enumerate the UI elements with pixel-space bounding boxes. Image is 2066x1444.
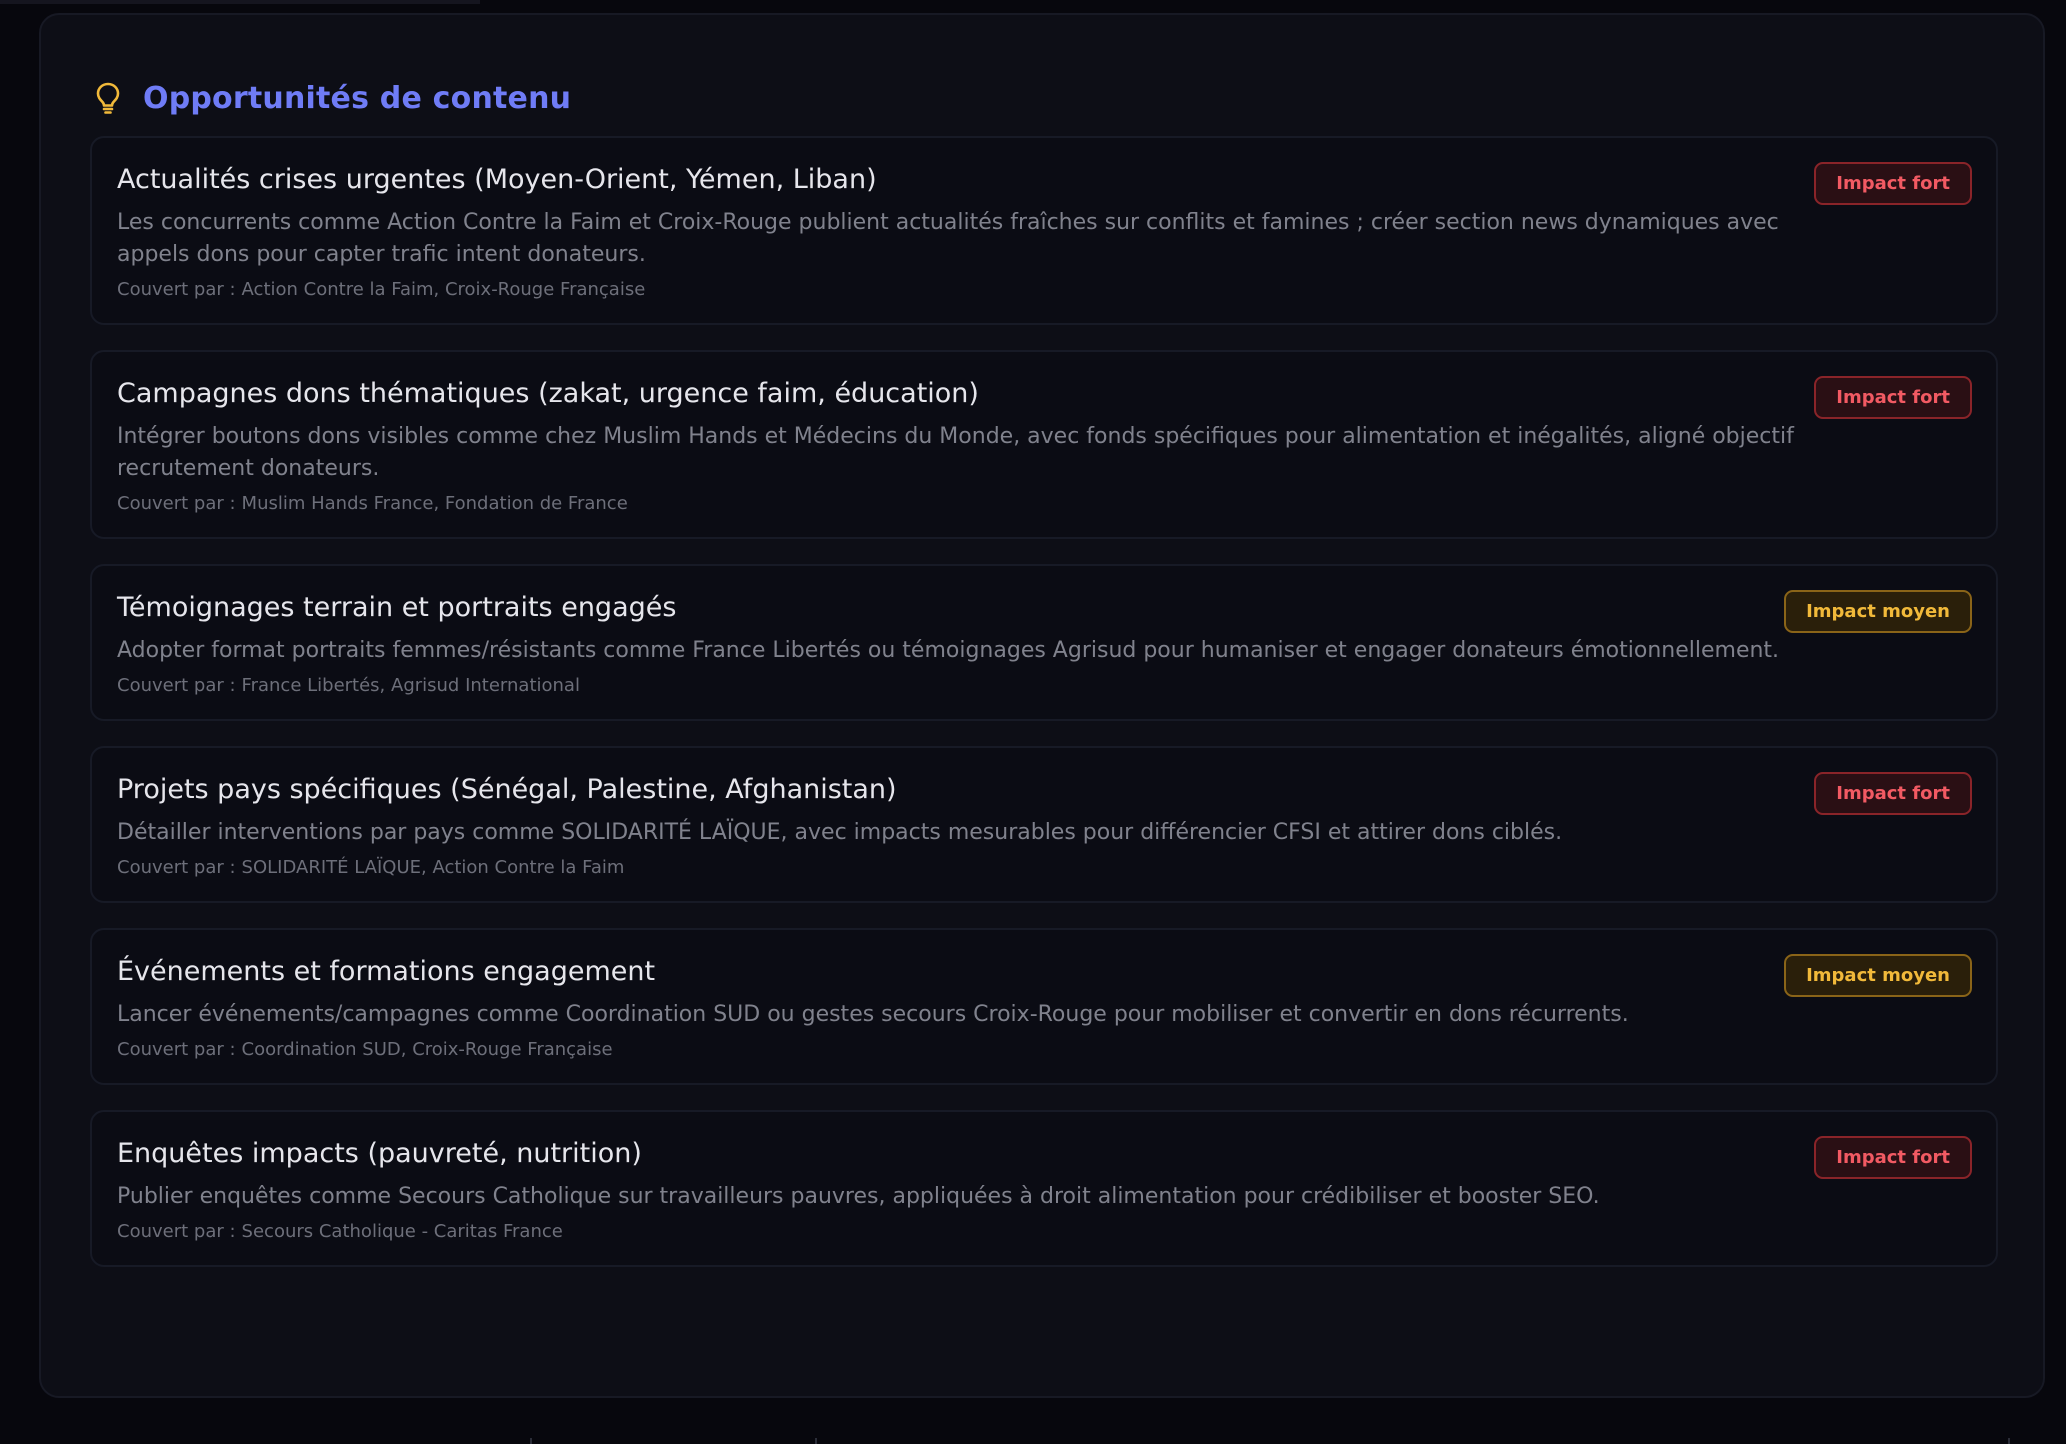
impact-badge: Impact fort (1814, 162, 1972, 205)
top-divider (0, 0, 480, 4)
opportunity-description: Adopter format portraits femmes/résistan… (117, 638, 1780, 663)
opportunity-coverage: Couvert par : Secours Catholique - Carita… (117, 1221, 563, 1242)
impact-badge: Impact fort (1814, 376, 1972, 419)
opportunity-coverage: Couvert par : France Libertés, Agrisud In… (117, 675, 580, 696)
opportunity-description: Intégrer boutons dons visibles comme che… (117, 424, 1794, 481)
opportunity-title: Témoignages terrain et portraits engagés (117, 592, 677, 623)
opportunity-title: Enquêtes impacts (pauvreté, nutrition) (117, 1138, 642, 1169)
lightbulb-icon (93, 80, 123, 116)
opportunity-title: Campagnes dons thématiques (zakat, urgen… (117, 378, 979, 409)
content-opportunities-panel: Opportunités de contenu Actualités crise… (39, 13, 2045, 1398)
opportunity-card[interactable]: Événements et formations engagement Lanc… (90, 928, 1998, 1085)
impact-badge: Impact fort (1814, 772, 1972, 815)
opportunity-coverage: Couvert par : Coordination SUD, Croix-Rou… (117, 1039, 613, 1060)
coverage-value: Muslim Hands France, Fondation de France (241, 493, 628, 514)
coverage-value: Secours Catholique - Caritas France (241, 1221, 563, 1242)
opportunity-coverage: Couvert par : SOLIDARITÉ LAÏQUE, Action C… (117, 857, 624, 878)
opportunity-card[interactable]: Enquêtes impacts (pauvreté, nutrition) P… (90, 1110, 1998, 1267)
impact-badge: Impact moyen (1784, 590, 1972, 633)
coverage-label: Couvert par : (117, 857, 236, 878)
coverage-label: Couvert par : (117, 1221, 236, 1242)
opportunity-description: Lancer événements/campagnes comme Coordi… (117, 1002, 1629, 1027)
opportunity-title: Actualités crises urgentes (Moyen-Orient… (117, 164, 877, 195)
coverage-label: Couvert par : (117, 675, 236, 696)
coverage-label: Couvert par : (117, 279, 236, 300)
coverage-value: SOLIDARITÉ LAÏQUE, Action Contre la Faim (241, 857, 625, 878)
opportunity-description: Les concurrents comme Action Contre la F… (117, 210, 1779, 267)
opportunity-title: Événements et formations engagement (117, 956, 656, 987)
opportunity-card[interactable]: Campagnes dons thématiques (zakat, urgen… (90, 350, 1998, 539)
opportunity-coverage: Couvert par : Action Contre la Faim, Croi… (117, 279, 645, 300)
opportunity-description: Publier enquêtes comme Secours Catholiqu… (117, 1184, 1600, 1209)
opportunity-card[interactable]: Projets pays spécifiques (Sénégal, Pales… (90, 746, 1998, 903)
coverage-value: France Libertés, Agrisud International (241, 675, 580, 696)
coverage-value: Coordination SUD, Croix-Rouge Française (241, 1039, 613, 1060)
impact-badge: Impact moyen (1784, 954, 1972, 997)
bottom-edge (0, 1436, 2066, 1444)
opportunity-card[interactable]: Actualités crises urgentes (Moyen-Orient… (90, 136, 1998, 325)
panel-title: Opportunités de contenu (143, 80, 572, 116)
opportunity-title: Projets pays spécifiques (Sénégal, Pales… (117, 774, 897, 805)
coverage-label: Couvert par : (117, 1039, 236, 1060)
panel-header: Opportunités de contenu (93, 65, 571, 131)
opportunity-coverage: Couvert par : Muslim Hands France, Fondat… (117, 493, 628, 514)
coverage-label: Couvert par : (117, 493, 236, 514)
opportunity-card[interactable]: Témoignages terrain et portraits engagés… (90, 564, 1998, 721)
impact-badge: Impact fort (1814, 1136, 1972, 1179)
opportunity-description: Détailler interventions par pays comme S… (117, 820, 1563, 845)
coverage-value: Action Contre la Faim, Croix-Rouge Franç… (241, 279, 646, 300)
